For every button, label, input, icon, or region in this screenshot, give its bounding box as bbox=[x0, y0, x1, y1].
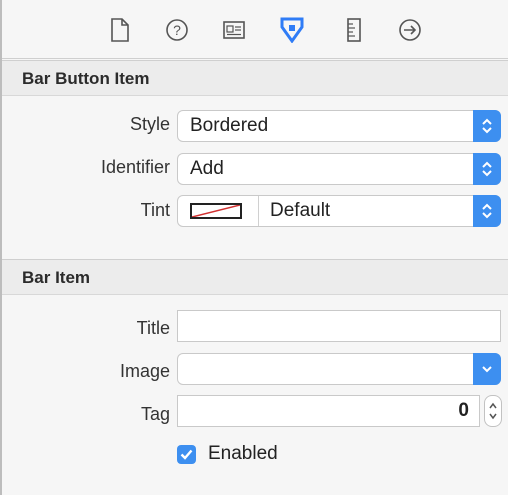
identifier-value: Add bbox=[190, 158, 224, 179]
quick-help-icon[interactable]: ? bbox=[165, 18, 189, 42]
identifier-popup[interactable]: Add bbox=[177, 153, 501, 185]
section-header-bar-item: Bar Item bbox=[2, 259, 508, 295]
tint-value: Default bbox=[270, 200, 331, 221]
tint-label: Tint bbox=[140, 200, 170, 220]
identity-inspector-icon[interactable] bbox=[222, 18, 246, 42]
tint-popup-arrows-icon[interactable] bbox=[473, 195, 501, 227]
inspector-toolbar: ? bbox=[2, 0, 508, 59]
connections-inspector-icon[interactable] bbox=[398, 18, 422, 42]
tag-field[interactable]: 0 bbox=[177, 395, 480, 427]
style-value: Bordered bbox=[190, 115, 269, 136]
stepper-arrows-icon bbox=[489, 402, 497, 420]
tag-stepper[interactable] bbox=[484, 395, 502, 427]
svg-text:?: ? bbox=[173, 22, 181, 38]
enabled-checkbox[interactable] bbox=[177, 445, 196, 464]
style-label: Style bbox=[129, 114, 170, 134]
identifier-label: Identifier bbox=[100, 157, 170, 177]
title-field[interactable] bbox=[177, 310, 501, 342]
section-header-bar-button-item: Bar Button Item bbox=[2, 60, 508, 96]
attributes-inspector-icon[interactable] bbox=[280, 17, 304, 43]
identifier-popup-arrows-icon[interactable] bbox=[473, 153, 501, 185]
file-inspector-icon[interactable] bbox=[108, 18, 132, 42]
tag-label: Tag bbox=[140, 404, 170, 424]
image-popup[interactable] bbox=[177, 353, 501, 385]
tint-swatch-icon bbox=[190, 203, 242, 219]
style-popup-arrows-icon[interactable] bbox=[473, 110, 501, 142]
enabled-label[interactable]: Enabled bbox=[208, 443, 278, 465]
tint-divider bbox=[258, 196, 259, 226]
image-label: Image bbox=[119, 361, 170, 381]
checkmark-icon bbox=[180, 449, 193, 460]
size-inspector-icon[interactable] bbox=[342, 18, 366, 42]
tint-popup[interactable]: Default bbox=[177, 195, 501, 227]
style-popup[interactable]: Bordered bbox=[177, 110, 501, 142]
title-label: Title bbox=[136, 318, 170, 338]
image-popup-chevron-down-icon[interactable] bbox=[473, 353, 501, 385]
